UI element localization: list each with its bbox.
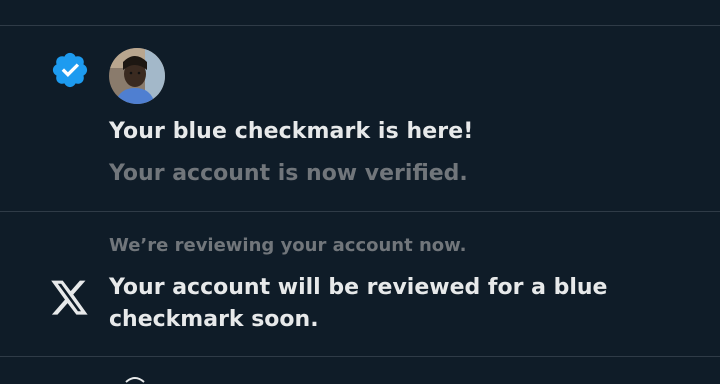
- verified-badge-icon: [52, 52, 88, 88]
- notification-review[interactable]: We’re reviewing your account now. Your a…: [0, 212, 720, 356]
- notification-verified[interactable]: Your blue checkmark is here! Your accoun…: [0, 26, 720, 211]
- partial-icon: [220, 0, 236, 4]
- notifications-feed: Your blue checkmark is here! Your accoun…: [0, 0, 720, 383]
- partial-icon: [125, 377, 145, 383]
- avatar-image: [109, 48, 165, 104]
- avatar[interactable]: [109, 48, 165, 104]
- notification-subtitle: Your account is now verified.: [109, 161, 468, 186]
- notification-title: Your blue checkmark is here!: [109, 119, 474, 144]
- notification-body: Your account will be reviewed for a blue…: [109, 275, 608, 332]
- divider: [0, 356, 720, 357]
- x-logo-icon: [51, 280, 88, 315]
- notification-header: We’re reviewing your account now.: [109, 235, 467, 256]
